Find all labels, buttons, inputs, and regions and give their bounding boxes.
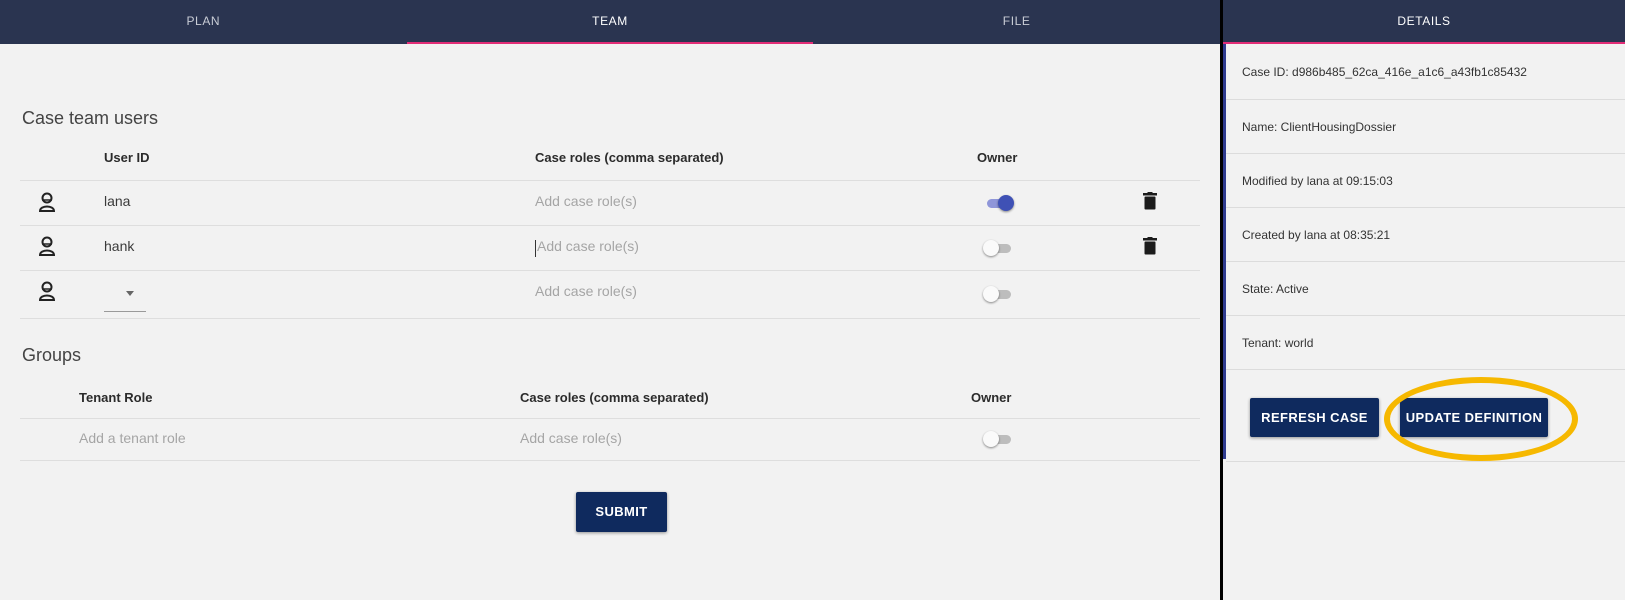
user-id-header: User ID bbox=[104, 150, 150, 165]
case-tenant: Tenant: world bbox=[1226, 316, 1625, 370]
tab-file[interactable]: FILE bbox=[813, 0, 1220, 44]
tenant-role-input[interactable]: Add a tenant role bbox=[79, 430, 186, 446]
modified-info: Modified by lana at 09:15:03 bbox=[1226, 154, 1625, 208]
case-id: Case ID: d986b485_62ca_416e_a1c6_a43fb1c… bbox=[1226, 44, 1625, 100]
user-icon bbox=[38, 192, 56, 212]
user-id-value: lana bbox=[104, 193, 131, 209]
text-cursor bbox=[535, 240, 536, 257]
owner-toggle[interactable] bbox=[983, 240, 1013, 256]
case-state: State: Active bbox=[1226, 262, 1625, 316]
user-icon bbox=[38, 281, 56, 301]
owner-header: Owner bbox=[977, 150, 1018, 165]
case-roles-input[interactable]: Add case role(s) bbox=[537, 238, 639, 254]
case-roles-input[interactable]: Add case role(s) bbox=[535, 193, 637, 209]
case-team-pane: PLAN TEAM FILE Case team users User ID C… bbox=[0, 0, 1220, 600]
trash-icon[interactable] bbox=[1143, 237, 1157, 255]
owner-toggle[interactable] bbox=[983, 431, 1013, 447]
case-roles-header: Case roles (comma separated) bbox=[535, 150, 724, 165]
user-id-select[interactable] bbox=[104, 278, 146, 312]
divider bbox=[20, 225, 1200, 226]
divider bbox=[20, 318, 1200, 319]
divider bbox=[20, 418, 1200, 419]
created-info: Created by lana at 08:35:21 bbox=[1226, 208, 1625, 262]
tab-team[interactable]: TEAM bbox=[406, 0, 814, 44]
refresh-case-button[interactable]: REFRESH CASE bbox=[1250, 398, 1379, 437]
divider bbox=[20, 180, 1200, 181]
groups-section-title: Groups bbox=[22, 345, 82, 365]
details-header: DETAILS bbox=[1223, 0, 1625, 44]
users-section-title: Case team users bbox=[22, 108, 159, 128]
owner-header: Owner bbox=[971, 390, 1012, 405]
tenant-role-header: Tenant Role bbox=[79, 390, 153, 405]
case-roles-input[interactable]: Add case role(s) bbox=[520, 430, 622, 446]
chevron-down-icon bbox=[126, 291, 134, 296]
case-roles-input[interactable]: Add case role(s) bbox=[535, 283, 637, 299]
tab-plan[interactable]: PLAN bbox=[0, 0, 407, 44]
trash-icon[interactable] bbox=[1143, 192, 1157, 210]
divider bbox=[20, 460, 1200, 461]
user-icon bbox=[38, 236, 56, 256]
owner-toggle[interactable] bbox=[983, 195, 1014, 211]
owner-toggle[interactable] bbox=[983, 286, 1013, 302]
case-name: Name: ClientHousingDossier bbox=[1226, 100, 1625, 154]
tab-bar: PLAN TEAM FILE bbox=[0, 0, 1220, 44]
submit-button[interactable]: SUBMIT bbox=[576, 492, 667, 532]
case-roles-header: Case roles (comma separated) bbox=[520, 390, 709, 405]
details-pane: DETAILS Case ID: d986b485_62ca_416e_a1c6… bbox=[1223, 0, 1625, 600]
update-definition-button[interactable]: UPDATE DEFINITION bbox=[1400, 398, 1548, 437]
user-id-value: hank bbox=[104, 238, 135, 254]
divider bbox=[20, 270, 1200, 271]
